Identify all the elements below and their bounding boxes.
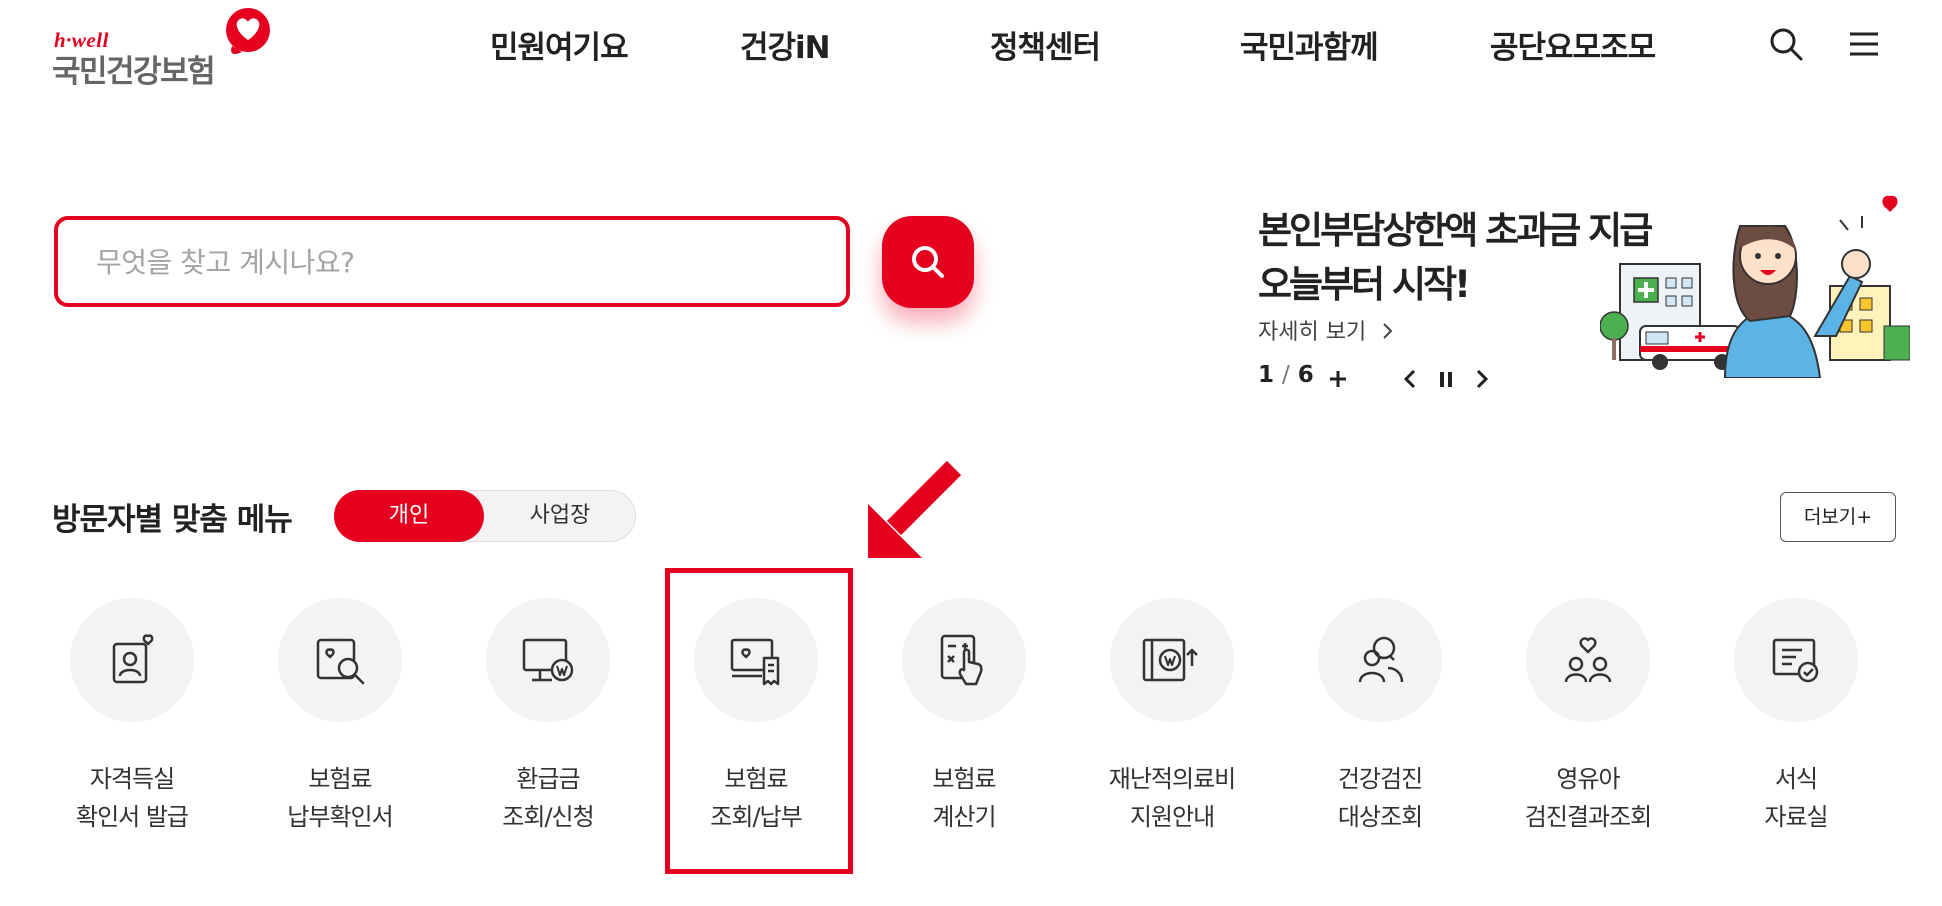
- banner-total-pages: 6: [1297, 362, 1314, 388]
- form-check-icon: [1772, 638, 1819, 683]
- visitor-menu-title: 방문자별 맞춤 메뉴: [52, 502, 293, 538]
- search-icon[interactable]: [1764, 22, 1808, 66]
- quick-menu-label-line1: 자격득실: [89, 765, 175, 793]
- quick-icon-circle: [486, 598, 610, 722]
- quick-menu-item[interactable]: 환급금 조회/신청: [448, 598, 648, 838]
- nav-item-policy-center[interactable]: 정책센터: [990, 22, 1101, 70]
- search-icon: [912, 246, 944, 278]
- quick-menu-item[interactable]: 건강검진 대상조회: [1280, 598, 1480, 838]
- nav-item-health-in[interactable]: 건강iN: [740, 22, 831, 70]
- quick-menu-label-line2: 대상조회: [1337, 803, 1423, 831]
- quick-menu-label-line2: 납부확인서: [287, 803, 393, 831]
- next-icon[interactable]: [1468, 362, 1496, 396]
- banner-more-link[interactable]: 자세히 보기: [1258, 314, 1395, 346]
- more-button[interactable]: 더보기+: [1780, 492, 1896, 542]
- people-search-icon: [1358, 636, 1404, 683]
- tab-individual[interactable]: 개인: [334, 490, 484, 542]
- quick-menu-label-line2: 조회/신청: [502, 803, 594, 831]
- quick-menu-label-line1: 영유아: [1556, 765, 1620, 793]
- quick-icon-circle: [278, 598, 402, 722]
- tab-business[interactable]: 사업장: [485, 491, 635, 541]
- quick-menu-item[interactable]: 보험료 계산기: [864, 598, 1064, 838]
- quick-menu-label: 보험료 계산기: [864, 760, 1064, 836]
- quick-icon-circle: [902, 598, 1026, 722]
- logo-heart-icon: [226, 8, 270, 54]
- quick-menu-label-line2: 계산기: [932, 803, 996, 831]
- banner-pager-separator: /: [1282, 362, 1290, 388]
- quick-menu-label: 환급금 조회/신청: [448, 760, 648, 836]
- quick-menu-label-line2: 지원안내: [1129, 803, 1215, 831]
- quick-menu-label-line2: 검진결과조회: [1524, 803, 1652, 831]
- quick-menu-label-line1: 건강검진: [1337, 765, 1423, 793]
- visitor-type-toggle: 개인 사업장: [334, 490, 636, 542]
- quick-menu-item[interactable]: 재난적의료비 지원안내: [1072, 598, 1272, 838]
- search-button[interactable]: [882, 216, 974, 308]
- site-logo[interactable]: h·well 국민건강보험: [52, 6, 292, 90]
- nav-item-with-citizens[interactable]: 국민과함께: [1240, 22, 1379, 70]
- document-search-icon: [316, 638, 365, 685]
- quick-menu-label-line1: 보험료: [308, 765, 372, 793]
- pointer-arrow-icon: [868, 460, 962, 558]
- prev-icon[interactable]: [1396, 362, 1424, 396]
- quick-menu-label: 건강검진 대상조회: [1280, 760, 1480, 836]
- quick-menu-label-line1: 서식: [1774, 765, 1818, 793]
- quick-icon-circle: [70, 598, 194, 722]
- quick-menu-item[interactable]: 서식 자료실: [1696, 598, 1896, 838]
- quick-menu-item[interactable]: 보험료 납부확인서: [240, 598, 440, 838]
- calculator-hand-icon: [940, 634, 983, 686]
- quick-menu-label-line1: 환급금: [516, 765, 580, 793]
- highlight-box: [665, 568, 853, 874]
- quick-menu-item[interactable]: 영유아 검진결과조회: [1488, 598, 1688, 838]
- quick-menu-label-line2: 자료실: [1764, 803, 1828, 831]
- quick-icon-circle: [1526, 598, 1650, 722]
- quick-icon-circle: [1734, 598, 1858, 722]
- monitor-won-icon: [522, 638, 574, 682]
- quick-menu-label-line1: 재난적의료비: [1108, 765, 1236, 793]
- family-heart-icon: [1564, 637, 1612, 683]
- quick-menu-label: 재난적의료비 지원안내: [1072, 760, 1272, 836]
- quick-menu-label: 서식 자료실: [1696, 760, 1896, 836]
- quick-menu-label: 자격득실 확인서 발급: [32, 760, 232, 836]
- book-won-icon: [1142, 638, 1198, 682]
- banner-current-page: 1: [1258, 362, 1275, 388]
- search-input[interactable]: [96, 242, 796, 282]
- banner-title-line1: 본인부담상한액 초과금 지급: [1258, 209, 1653, 252]
- banner-more-label: 자세히 보기: [1258, 320, 1367, 345]
- banner-illustration: [1600, 195, 1910, 378]
- pause-icon[interactable]: [1432, 362, 1460, 396]
- quick-icon-circle: [1318, 598, 1442, 722]
- banner-pager: 1 / 6: [1258, 362, 1314, 388]
- quick-menu-label-line2: 확인서 발급: [75, 803, 189, 831]
- quick-menu-label-line1: 보험료: [932, 765, 996, 793]
- banner-title-line2: 오늘부터 시작!: [1258, 263, 1471, 306]
- quick-menu-item[interactable]: 자격득실 확인서 발급: [32, 598, 232, 838]
- nav-item-civil-service[interactable]: 민원여기요: [490, 22, 629, 70]
- plus-icon[interactable]: [1324, 362, 1352, 396]
- logo-title: 국민건강보험: [52, 54, 216, 90]
- quick-menu-label: 영유아 검진결과조회: [1488, 760, 1688, 836]
- search-box: [54, 216, 850, 307]
- banner-title[interactable]: 본인부담상한액 초과금 지급 오늘부터 시작!: [1258, 204, 1653, 312]
- chevron-right-icon: [1383, 323, 1393, 339]
- id-card-heart-icon: [112, 634, 154, 684]
- quick-menu-label: 보험료 납부확인서: [240, 760, 440, 836]
- quick-icon-circle: [1110, 598, 1234, 722]
- nav-item-corporation[interactable]: 공단요모조모: [1490, 22, 1656, 70]
- hamburger-menu-icon[interactable]: [1842, 22, 1886, 66]
